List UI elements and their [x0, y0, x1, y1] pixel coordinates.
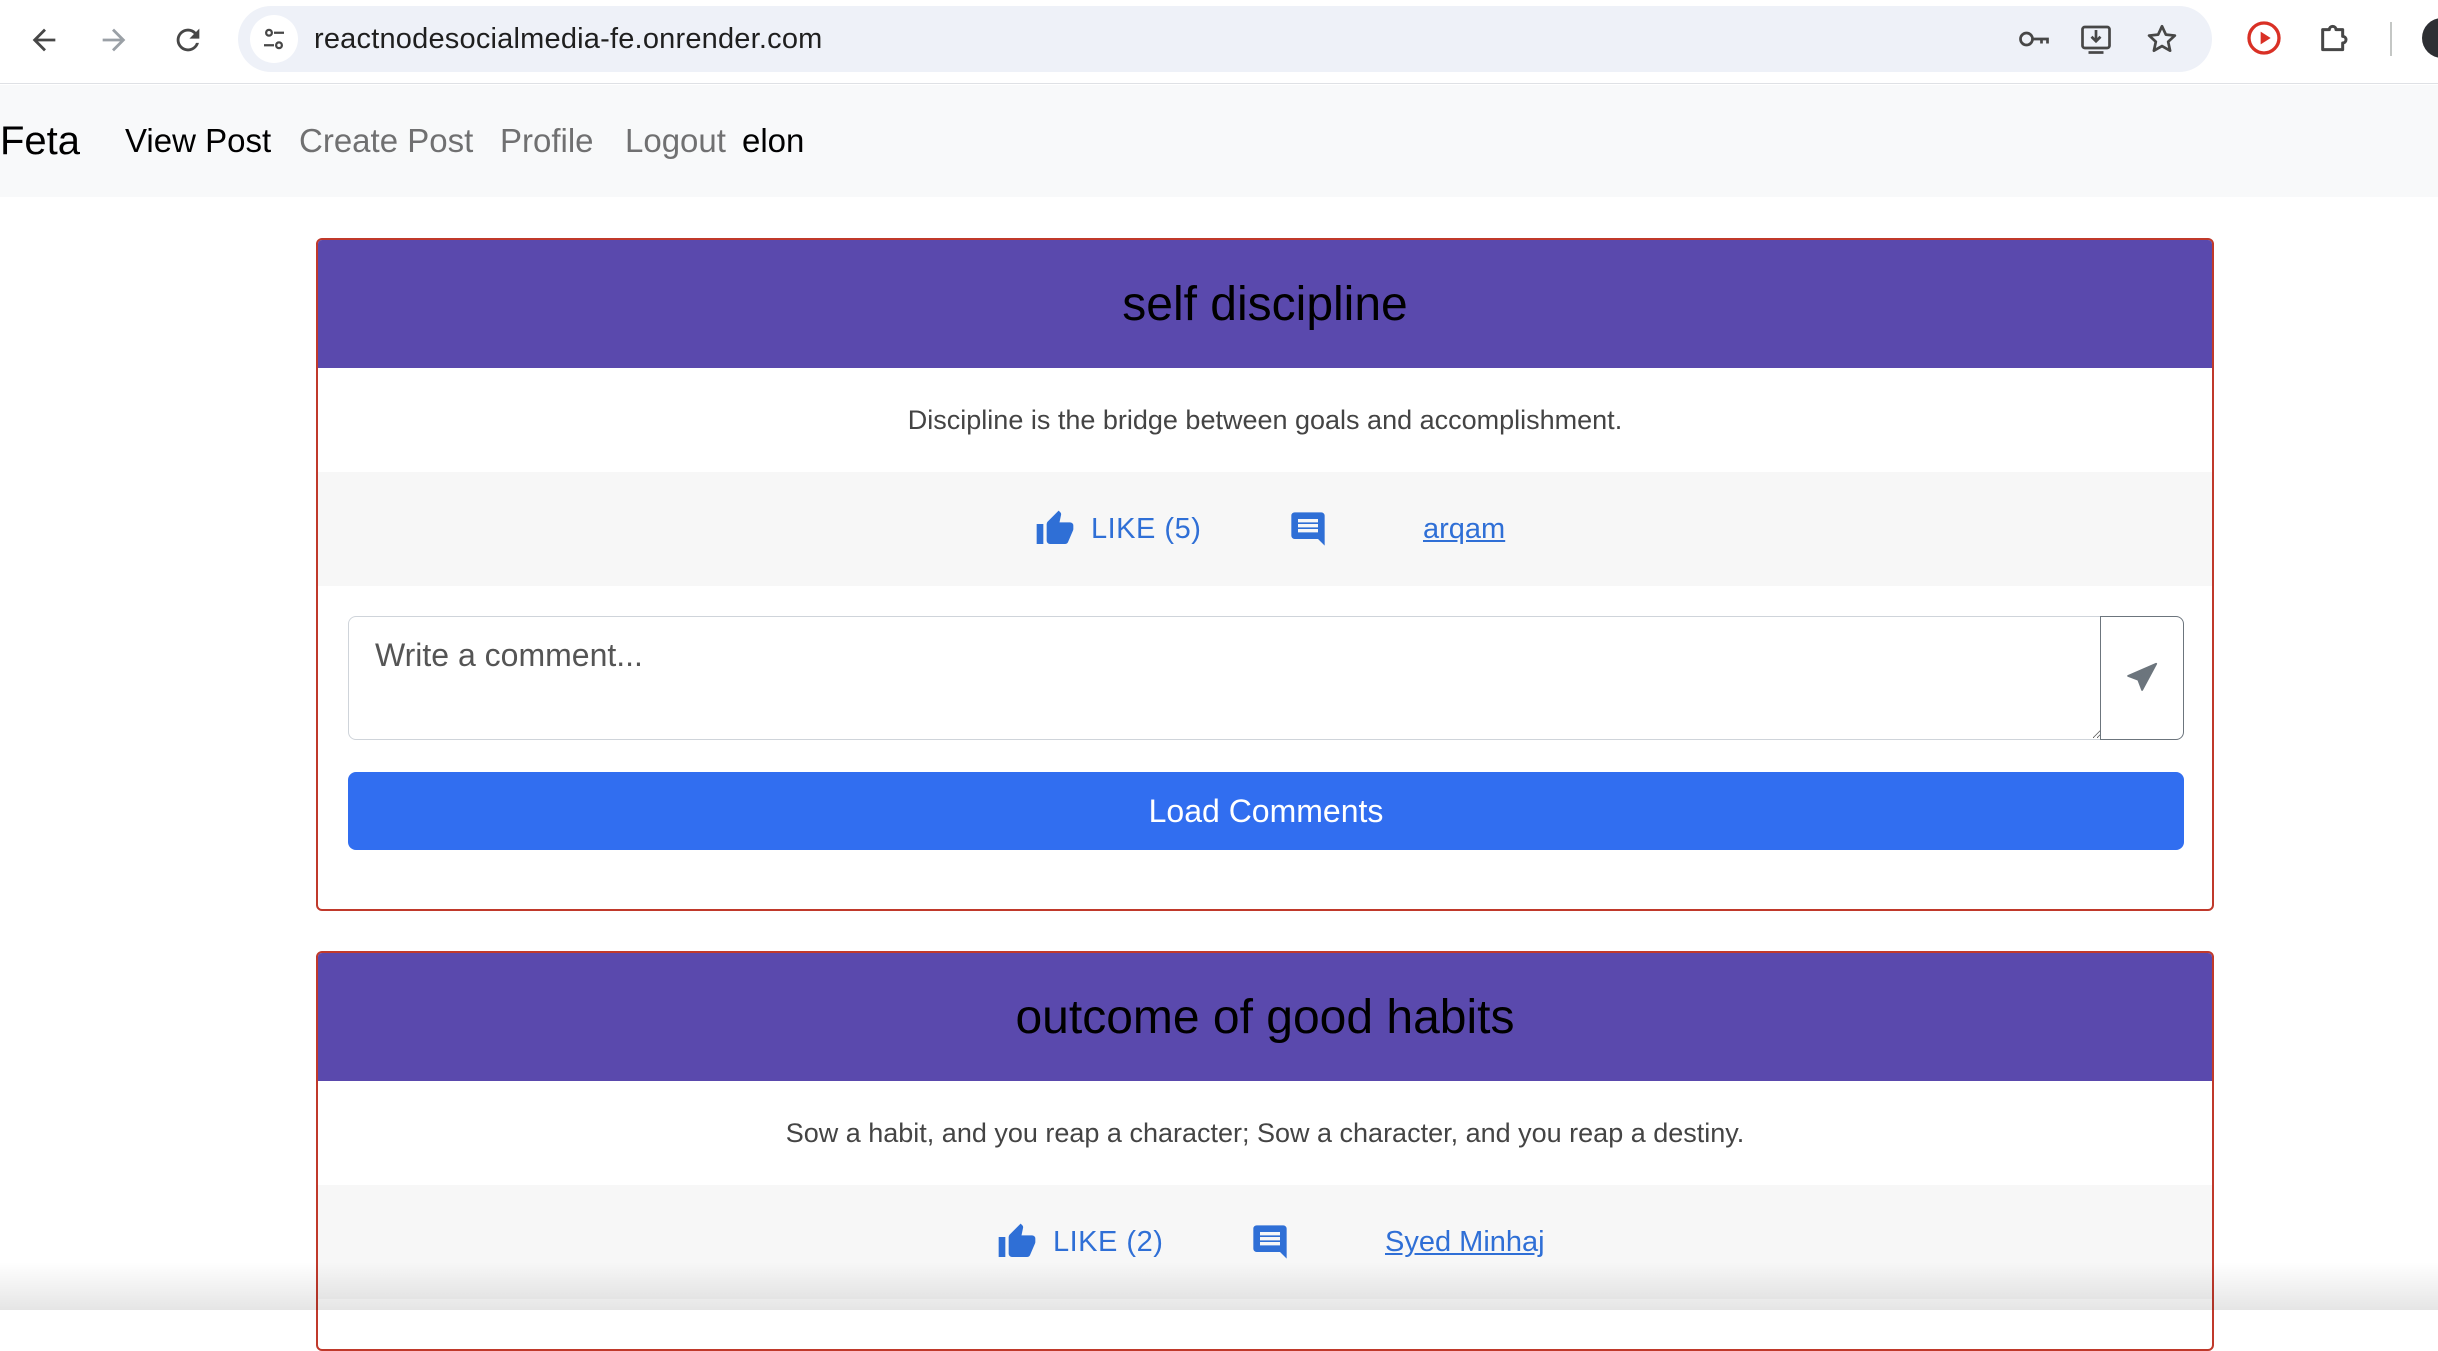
install-icon [2081, 25, 2111, 54]
reload-button[interactable] [158, 14, 218, 66]
post-author-link[interactable]: arqam [1423, 472, 1505, 586]
comment-input[interactable] [348, 616, 2102, 740]
post-actions: LIKE (2) Syed Minhaj [318, 1185, 2212, 1299]
star-icon [2147, 24, 2177, 53]
extension-button[interactable] [2242, 16, 2286, 60]
load-comments-button[interactable]: Load Comments [348, 772, 2184, 850]
post-body: Sow a habit, and you reap a character; S… [785, 1117, 1745, 1148]
post-card: self discipline Discipline is the bridge… [316, 238, 2214, 911]
nav-view-post[interactable]: View Post [125, 85, 271, 197]
nav-logout[interactable]: Logout [625, 85, 726, 197]
thumbs-up-icon [1036, 510, 1074, 544]
site-info-button[interactable] [250, 15, 298, 63]
comment-icon [1253, 1225, 1287, 1259]
post-title: self discipline [318, 240, 2212, 368]
like-button[interactable]: LIKE (2) [997, 1185, 1163, 1299]
arrow-right-icon [102, 28, 126, 52]
password-key-button[interactable] [2014, 19, 2054, 59]
bookmark-button[interactable] [2142, 19, 2182, 59]
nav-create-post[interactable]: Create Post [299, 85, 473, 197]
profile-avatar[interactable] [2422, 18, 2438, 58]
reload-icon [176, 28, 200, 52]
send-icon [2127, 662, 2158, 691]
extensions-menu-button[interactable] [2314, 16, 2358, 60]
toolbar-divider [2390, 22, 2392, 56]
like-label: LIKE (2) [1053, 1225, 1164, 1258]
address-bar[interactable]: reactnodesocialmedia-fe.onrender.com [238, 6, 2212, 72]
comment-form [318, 586, 2212, 740]
puzzle-icon [2321, 24, 2348, 52]
post-actions: LIKE (5) arqam [318, 472, 2212, 586]
tune-icon [264, 28, 284, 50]
post-author-link[interactable]: Syed Minhaj [1385, 1185, 1545, 1299]
like-label: LIKE (5) [1091, 512, 1202, 545]
thumbs-up-icon [998, 1223, 1036, 1257]
install-app-button[interactable] [2076, 19, 2116, 59]
post-title: outcome of good habits [318, 953, 2212, 1081]
nav-profile[interactable]: Profile [500, 85, 594, 197]
comment-button[interactable] [1288, 472, 1328, 586]
url-text[interactable]: reactnodesocialmedia-fe.onrender.com [314, 6, 823, 72]
brand-logo[interactable]: Feta [0, 85, 80, 197]
comment-button[interactable] [1250, 1185, 1290, 1299]
app-navbar: Feta View Post Create Post Profile Logou… [0, 85, 2438, 197]
comment-icon [1291, 512, 1325, 546]
post-body: Discipline is the bridge between goals a… [907, 404, 1623, 435]
browser-toolbar: reactnodesocialmedia-fe.onrender.com [0, 0, 2438, 84]
back-button[interactable] [14, 14, 74, 66]
arrow-left-icon [32, 28, 56, 52]
like-button[interactable]: LIKE (5) [1035, 472, 1201, 586]
send-comment-button[interactable] [2100, 616, 2184, 740]
post-card: outcome of good habits Sow a habit, and … [316, 951, 2214, 1351]
play-circle-icon [2247, 21, 2281, 55]
forward-button[interactable] [84, 14, 144, 66]
current-username: elon [742, 122, 805, 159]
key-icon [2019, 31, 2049, 47]
